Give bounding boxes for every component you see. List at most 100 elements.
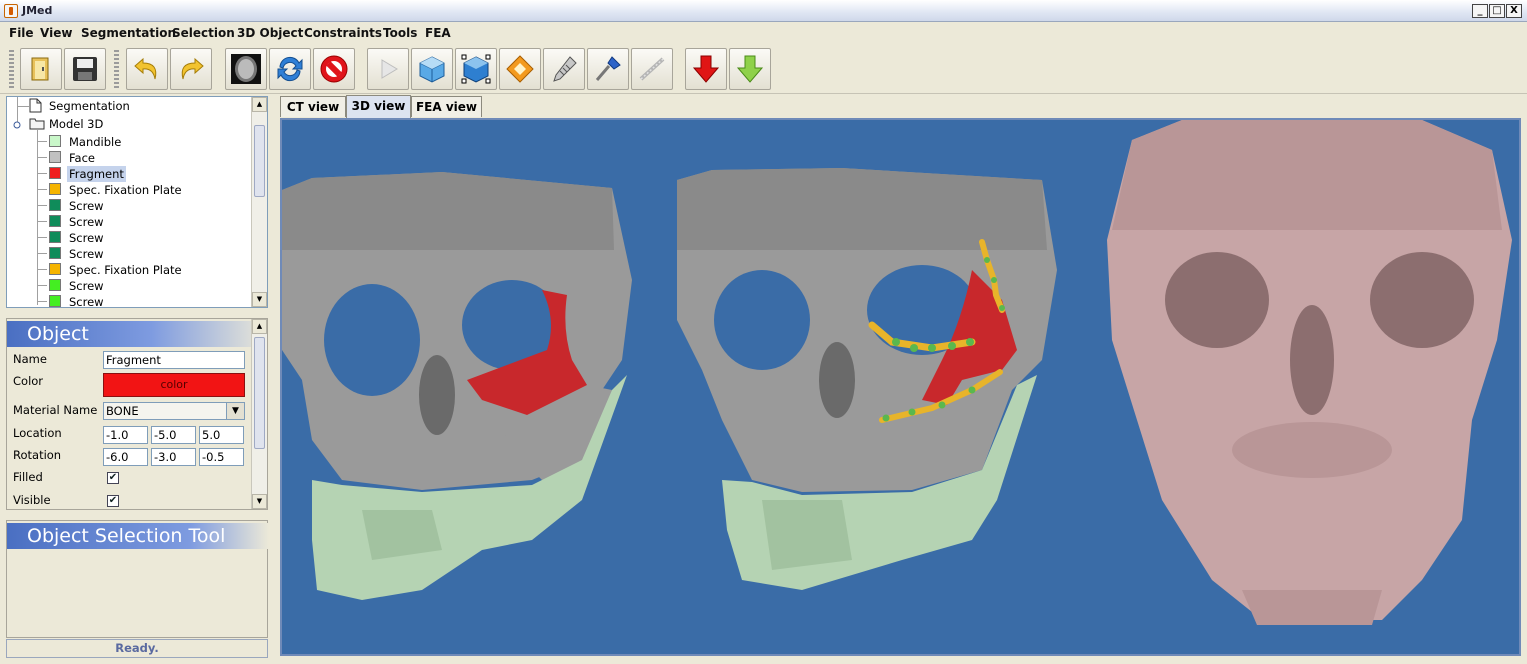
- tree-toggle-icon[interactable]: [12, 120, 22, 130]
- tab-3d-view[interactable]: 3D view: [346, 95, 411, 118]
- color-button[interactable]: color: [103, 373, 245, 397]
- toolbar-grip[interactable]: [114, 50, 119, 88]
- tree-guide-line: [37, 157, 47, 158]
- undo-button[interactable]: [126, 48, 168, 90]
- menu-file[interactable]: File: [9, 26, 34, 40]
- menu-3d-object[interactable]: 3D Object: [237, 26, 303, 40]
- selection-panel: Object Selection Tool: [6, 520, 269, 638]
- tree-item-screw[interactable]: Screw: [67, 214, 106, 230]
- rotation-z-field[interactable]: -0.5: [199, 448, 244, 466]
- play-button[interactable]: [367, 48, 409, 90]
- scroll-down-icon[interactable]: ▼: [252, 292, 267, 307]
- 3d-scene[interactable]: [282, 120, 1519, 654]
- screwdriver-icon: [595, 56, 621, 81]
- redo-button[interactable]: [170, 48, 212, 90]
- filled-checkbox[interactable]: ✔: [107, 472, 119, 484]
- tree-guide-line: [37, 173, 47, 174]
- title-bar: JMed _ □ X: [0, 0, 1527, 22]
- color-swatch-icon: [49, 263, 61, 275]
- location-label: Location: [13, 426, 62, 440]
- stop-button[interactable]: [313, 48, 355, 90]
- visible-label: Visible: [13, 493, 51, 507]
- screwdriver-button[interactable]: [587, 48, 629, 90]
- 3d-viewport[interactable]: [280, 118, 1521, 656]
- tree-guide-line: [17, 106, 29, 107]
- plate-orange-button[interactable]: [499, 48, 541, 90]
- menu-selection[interactable]: Selection: [172, 26, 235, 40]
- import-button[interactable]: [685, 48, 727, 90]
- location-z-field[interactable]: 5.0: [199, 426, 244, 444]
- export-button[interactable]: [729, 48, 771, 90]
- refresh-button[interactable]: [269, 48, 311, 90]
- export-down-green-icon: [736, 55, 764, 83]
- tree-guide-line: [37, 205, 47, 206]
- tab-fea-view[interactable]: FEA view: [411, 96, 482, 117]
- tree-item-segmentation[interactable]: Segmentation: [49, 98, 130, 114]
- skull-right-model[interactable]: [1107, 120, 1512, 625]
- object-panel: Object Name Fragment Color color Materia…: [6, 318, 268, 510]
- tree-guide-line: [37, 253, 47, 254]
- tree-scrollbar[interactable]: ▲ ▼: [251, 97, 267, 307]
- object-panel-scrollbar[interactable]: ▲ ▼: [251, 319, 267, 509]
- menu-constraints[interactable]: Constraints: [304, 26, 382, 40]
- skull-left-model[interactable]: [282, 172, 632, 600]
- visible-checkbox[interactable]: ✔: [107, 495, 119, 507]
- maximize-button[interactable]: □: [1489, 4, 1505, 18]
- scroll-up-icon[interactable]: ▲: [252, 97, 267, 112]
- ct-scan-icon: [231, 54, 261, 84]
- name-field[interactable]: Fragment: [103, 351, 245, 369]
- close-button[interactable]: X: [1506, 4, 1522, 18]
- rotation-x-field[interactable]: -6.0: [103, 448, 148, 466]
- rotation-y-field[interactable]: -3.0: [151, 448, 196, 466]
- tree-item-model-3d[interactable]: Model 3D: [49, 116, 103, 132]
- open-button[interactable]: [20, 48, 62, 90]
- tree-guide-line: [37, 189, 47, 190]
- screw-button[interactable]: [543, 48, 585, 90]
- plate-orange-icon: [506, 55, 534, 83]
- material-select[interactable]: BONE: [103, 402, 227, 420]
- chevron-down-icon[interactable]: ▼: [226, 402, 245, 420]
- save-icon: [73, 57, 97, 81]
- cube-button[interactable]: [411, 48, 453, 90]
- stop-icon: [320, 55, 348, 83]
- tree-item-screw[interactable]: Screw: [67, 278, 106, 294]
- tree-item-screw[interactable]: Screw: [67, 246, 106, 262]
- tree-item-fragment[interactable]: Fragment: [67, 166, 126, 182]
- tree-guide-line: [37, 141, 47, 142]
- tree-guide-line: [37, 221, 47, 222]
- window-title: JMed: [22, 4, 53, 17]
- tree-item-face[interactable]: Face: [67, 150, 97, 166]
- location-y-field[interactable]: -5.0: [151, 426, 196, 444]
- scroll-up-icon[interactable]: ▲: [252, 319, 267, 334]
- tree-item-screw[interactable]: Screw: [67, 198, 106, 214]
- minimize-button[interactable]: _: [1472, 4, 1488, 18]
- scroll-thumb[interactable]: [254, 125, 265, 197]
- menu-tools[interactable]: Tools: [383, 26, 417, 40]
- tree-item-spec-fixation-plate[interactable]: Spec. Fixation Plate: [67, 182, 184, 198]
- tree-item-screw[interactable]: Screw: [67, 294, 106, 307]
- menu-fea[interactable]: FEA: [425, 26, 451, 40]
- toolbar-grip[interactable]: [9, 50, 14, 88]
- location-x-field[interactable]: -1.0: [103, 426, 148, 444]
- java-app-icon: [4, 4, 18, 18]
- name-label: Name: [13, 352, 47, 366]
- save-button[interactable]: [64, 48, 106, 90]
- scroll-thumb[interactable]: [254, 337, 265, 449]
- color-swatch-icon: [49, 151, 61, 163]
- tree-guide-line: [37, 301, 47, 302]
- object-panel-title: Object: [7, 321, 267, 347]
- ct-scan-button[interactable]: [225, 48, 267, 90]
- plate-bar-button[interactable]: [631, 48, 673, 90]
- tree-item-screw[interactable]: Screw: [67, 230, 106, 246]
- menu-segmentation[interactable]: Segmentation: [81, 26, 176, 40]
- tree-guide-line: [37, 237, 47, 238]
- screw-icon: [553, 56, 577, 82]
- skull-center-model[interactable]: [677, 168, 1057, 590]
- cube-select-button[interactable]: [455, 48, 497, 90]
- menu-view[interactable]: View: [40, 26, 72, 40]
- tree-item-spec-fixation-plate[interactable]: Spec. Fixation Plate: [67, 262, 184, 278]
- model-tree[interactable]: Segmentation Model 3D ▲ ▼ Mandible Face Fr…: [6, 96, 268, 308]
- tab-ct-view[interactable]: CT view: [280, 96, 346, 117]
- tree-item-mandible[interactable]: Mandible: [67, 134, 123, 150]
- scroll-down-icon[interactable]: ▼: [252, 494, 267, 509]
